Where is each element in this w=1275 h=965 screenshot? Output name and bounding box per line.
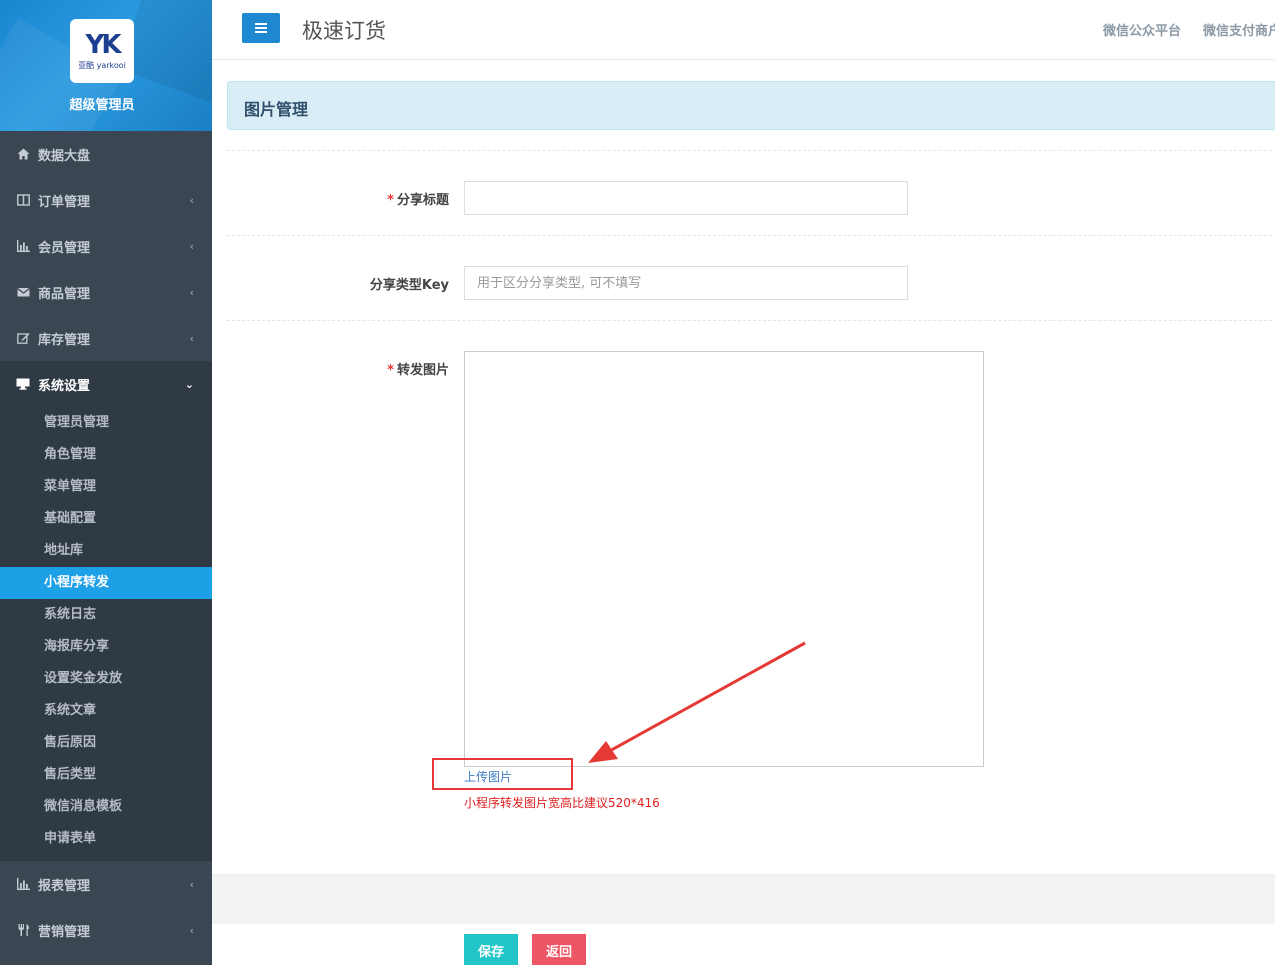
save-button[interactable]: 保存 — [464, 934, 518, 965]
forward-image-label: * 转发图片 — [234, 359, 449, 378]
chevron-left-icon: ‹ — [189, 924, 194, 937]
hamburger-icon — [255, 23, 267, 33]
sidebar-item-reports[interactable]: 报表管理 ‹ — [0, 861, 212, 907]
admin-name[interactable]: 超级管理员 — [0, 94, 204, 113]
sidebar-item-label: 库存管理 — [38, 332, 91, 348]
sidebar-subitem-articles[interactable]: 系统文章 — [0, 695, 212, 727]
sidebar-subitem-roles[interactable]: 角色管理 — [0, 439, 212, 471]
sidebar-item-label: 数据大盘 — [38, 148, 91, 164]
sidebar-item-label: 订单管理 — [38, 194, 91, 210]
sidebar-subitem-menus[interactable]: 菜单管理 — [0, 471, 212, 503]
sidebar-item-marketing[interactable]: 营销管理 ‹ — [0, 907, 212, 953]
divider — [227, 150, 1275, 151]
brand-logo[interactable]: YK 亚酷 yarkooi — [70, 19, 134, 83]
share-key-input[interactable] — [464, 266, 908, 300]
sidebar-subitem-miniprogram-share[interactable]: 小程序转发 — [0, 567, 212, 599]
sidebar-menu-bottom: 报表管理 ‹ 营销管理 ‹ — [0, 861, 212, 953]
cutlery-icon — [16, 924, 30, 936]
sidebar-item-label: 报表管理 — [38, 878, 91, 894]
sidebar-subitem-address-lib[interactable]: 地址库 — [0, 535, 212, 567]
sidebar-subitem-application-form[interactable]: 申请表单 — [0, 823, 212, 855]
sidebar-item-inventory[interactable]: 库存管理 ‹ — [0, 315, 212, 361]
footer-band — [212, 874, 1275, 924]
sidebar-item-label: 营销管理 — [38, 924, 91, 940]
envelope-icon — [16, 286, 30, 298]
sidebar-item-orders[interactable]: 订单管理 ‹ — [0, 177, 212, 223]
sidebar-item-system-settings[interactable]: 系统设置 ⌄ — [0, 361, 212, 407]
system-settings-submenu: 管理员管理 角色管理 菜单管理 基础配置 地址库 小程序转发 系统日志 海报库分… — [0, 407, 212, 861]
panel-title: 图片管理 — [244, 100, 309, 119]
chevron-down-icon: ⌄ — [184, 378, 194, 391]
share-title-input[interactable] — [464, 181, 908, 215]
panel-heading: 图片管理 — [227, 81, 1275, 130]
sidebar-item-products[interactable]: 商品管理 ‹ — [0, 269, 212, 315]
sidebar-item-label: 会员管理 — [38, 240, 91, 256]
edit-icon — [16, 332, 30, 344]
annotation-arrow-icon — [588, 641, 806, 763]
forward-image-label-text: 转发图片 — [396, 363, 449, 378]
desktop-icon — [16, 378, 30, 390]
home-icon — [16, 148, 30, 160]
sidebar-subitem-admins[interactable]: 管理员管理 — [0, 407, 212, 439]
divider — [227, 235, 1275, 236]
bar-chart-icon — [16, 240, 30, 252]
chevron-left-icon: ‹ — [189, 878, 194, 891]
sidebar-subitem-wechat-templates[interactable]: 微信消息模板 — [0, 791, 212, 823]
sidebar-item-dashboard[interactable]: 数据大盘 — [0, 131, 212, 177]
sidebar-subitem-system-log[interactable]: 系统日志 — [0, 599, 212, 631]
sidebar: YK 亚酷 yarkooi 超级管理员 数据大盘 订单管理 ‹ 会员管理 ‹ 商… — [0, 0, 212, 965]
top-navbar: 极速订货 微信公众平台 微信支付商户 — [212, 0, 1275, 60]
sidebar-subitem-poster-share[interactable]: 海报库分享 — [0, 631, 212, 663]
sidebar-subitem-aftersale-types[interactable]: 售后类型 — [0, 759, 212, 791]
columns-icon — [16, 194, 30, 206]
main-content: 图片管理 *分享标题 分享类型Key *转发图片 上传图片 小程序转发图片宽高比… — [212, 61, 1275, 965]
chevron-left-icon: ‹ — [189, 240, 194, 253]
wechat-official-platform-link[interactable]: 微信公众平台 — [1103, 20, 1181, 39]
bar-chart-icon — [16, 878, 30, 890]
required-mark: * — [387, 193, 394, 208]
divider — [227, 320, 1275, 321]
profile-header: YK 亚酷 yarkooi 超级管理员 — [0, 0, 212, 131]
sidebar-subitem-bonus[interactable]: 设置奖金发放 — [0, 663, 212, 695]
required-mark: * — [387, 363, 394, 378]
wechat-pay-merchant-link[interactable]: 微信支付商户 — [1203, 20, 1275, 39]
chevron-left-icon: ‹ — [189, 332, 194, 345]
logo-subtext: 亚酷 yarkooi — [78, 60, 126, 70]
share-key-label-text: 分享类型Key — [369, 278, 449, 293]
image-size-hint: 小程序转发图片宽高比建议520*416 — [464, 796, 660, 810]
sidebar-item-label: 商品管理 — [38, 286, 91, 302]
logo-mark: YK — [85, 29, 122, 60]
sidebar-toggle-button[interactable] — [242, 13, 280, 43]
share-key-label: 分享类型Key — [234, 274, 449, 293]
back-button[interactable]: 返回 — [532, 934, 586, 965]
sidebar-subitem-base-config[interactable]: 基础配置 — [0, 503, 212, 535]
share-title-label: * 分享标题 — [234, 189, 449, 208]
sidebar-subitem-aftersale-reasons[interactable]: 售后原因 — [0, 727, 212, 759]
app-title: 极速订货 — [302, 19, 386, 43]
chevron-left-icon: ‹ — [189, 286, 194, 299]
sidebar-menu: 数据大盘 订单管理 ‹ 会员管理 ‹ 商品管理 ‹ 库存管理 ‹ 系统设置 ⌄ — [0, 131, 212, 407]
sidebar-item-members[interactable]: 会员管理 ‹ — [0, 223, 212, 269]
chevron-left-icon: ‹ — [189, 194, 194, 207]
share-title-label-text: 分享标题 — [396, 193, 449, 208]
top-links: 微信公众平台 微信支付商户 — [1103, 20, 1275, 39]
sidebar-item-label: 系统设置 — [38, 378, 91, 394]
upload-image-link[interactable]: 上传图片 — [464, 768, 512, 785]
